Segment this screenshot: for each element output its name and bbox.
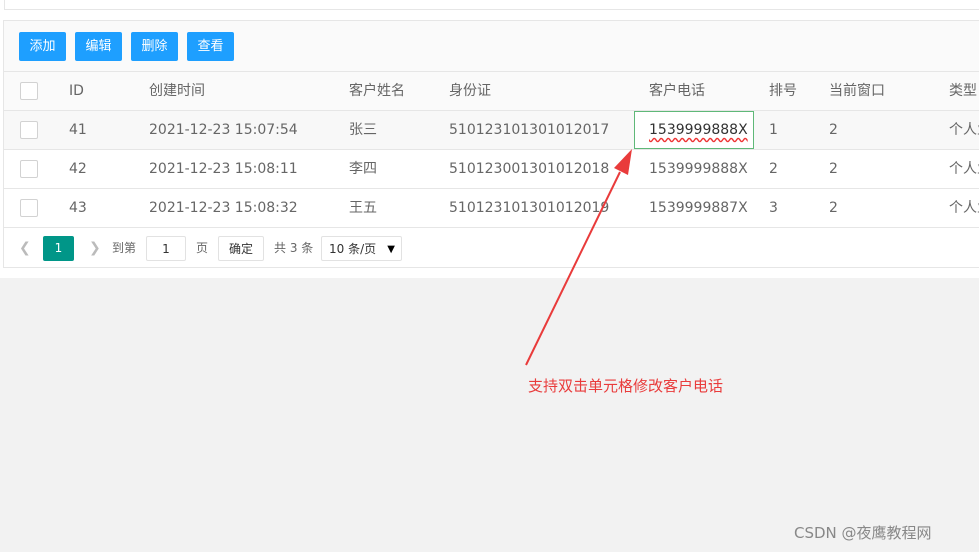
cell-type[interactable]: 个人业 <box>949 189 979 228</box>
header-customer-name[interactable]: 客户姓名 <box>349 72 405 111</box>
table-toolbar: 添加 编辑 删除 查看 <box>4 21 979 72</box>
next-page-icon[interactable]: ❯ <box>89 236 101 261</box>
page-size-select[interactable]: 10 条/页 ▼ <box>321 236 402 261</box>
cell-type[interactable]: 个人业 <box>949 111 979 150</box>
top-panel-edge <box>4 0 979 10</box>
header-id[interactable]: ID <box>69 72 84 111</box>
cell-id-card[interactable]: 510123001301012018 <box>449 150 609 189</box>
cell-id[interactable]: 41 <box>69 111 87 150</box>
header-id-card[interactable]: 身份证 <box>449 72 491 111</box>
row-checkbox[interactable] <box>20 121 38 139</box>
cell-created-time[interactable]: 2021-12-23 15:08:32 <box>149 189 298 228</box>
cell-current-window[interactable]: 2 <box>829 111 838 150</box>
table-row[interactable]: 41 2021-12-23 15:07:54 张三 51012310130101… <box>4 111 979 150</box>
cell-id[interactable]: 43 <box>69 189 87 228</box>
header-created-time[interactable]: 创建时间 <box>149 72 205 111</box>
cell-id[interactable]: 42 <box>69 150 87 189</box>
header-current-window[interactable]: 当前窗口 <box>829 72 885 111</box>
goto-confirm-button[interactable]: 确定 <box>218 236 264 261</box>
goto-suffix-label: 页 <box>196 241 209 255</box>
chevron-down-icon: ▼ <box>387 244 395 255</box>
row-checkbox[interactable] <box>20 199 38 217</box>
page-1-button[interactable]: 1 <box>43 236 74 261</box>
edit-button[interactable]: 编辑 <box>75 32 122 61</box>
delete-button[interactable]: 删除 <box>131 32 178 61</box>
prev-page-icon[interactable]: ❮ <box>19 236 31 261</box>
cell-current-window[interactable]: 2 <box>829 150 838 189</box>
data-table-panel: 添加 编辑 删除 查看 ID 创建时间 客户姓名 身份证 客户电话 排号 当前窗… <box>3 20 979 268</box>
cell-type[interactable]: 个人业 <box>949 150 979 189</box>
view-button[interactable]: 查看 <box>187 32 234 61</box>
phone-edit-value: 1539999888X <box>649 122 748 138</box>
cell-created-time[interactable]: 2021-12-23 15:07:54 <box>149 111 298 150</box>
table-header: ID 创建时间 客户姓名 身份证 客户电话 排号 当前窗口 类型 <box>4 72 979 111</box>
add-button[interactable]: 添加 <box>19 32 66 61</box>
cell-customer-phone[interactable]: 1539999887X <box>649 189 748 228</box>
select-all-checkbox[interactable] <box>20 82 38 100</box>
header-queue-number[interactable]: 排号 <box>769 72 797 111</box>
cell-customer-name[interactable]: 李四 <box>349 150 377 189</box>
cell-created-time[interactable]: 2021-12-23 15:08:11 <box>149 150 298 189</box>
cell-queue-number[interactable]: 1 <box>769 111 778 150</box>
cell-customer-name[interactable]: 王五 <box>349 189 377 228</box>
phone-edit-input[interactable]: 1539999888X <box>634 111 754 149</box>
cell-current-window[interactable]: 2 <box>829 189 838 228</box>
cell-id-card[interactable]: 510123101301012017 <box>449 111 609 150</box>
header-customer-phone[interactable]: 客户电话 <box>649 72 705 111</box>
table-row[interactable]: 43 2021-12-23 15:08:32 王五 51012310130101… <box>4 189 979 228</box>
total-count-label: 共 3 条 <box>274 241 314 255</box>
annotation-text: 支持双击单元格修改客户电话 <box>528 377 724 395</box>
pagination: ❮ 1 ❯ 到第 1 页 确定 共 3 条 10 条/页 ▼ <box>4 228 979 267</box>
cell-customer-phone[interactable]: 1539999888X <box>649 150 748 189</box>
top-strip <box>0 0 979 10</box>
page-size-value: 10 条/页 <box>329 242 377 256</box>
row-checkbox[interactable] <box>20 160 38 178</box>
watermark: CSDN @夜鹰教程网 <box>794 524 932 542</box>
cell-queue-number[interactable]: 3 <box>769 189 778 228</box>
goto-prefix-label: 到第 <box>112 241 137 255</box>
cell-id-card[interactable]: 510123101301012019 <box>449 189 609 228</box>
cell-customer-name[interactable]: 张三 <box>349 111 377 150</box>
goto-page-input[interactable]: 1 <box>146 236 186 261</box>
cell-queue-number[interactable]: 2 <box>769 150 778 189</box>
header-type[interactable]: 类型 <box>949 72 977 111</box>
table-row[interactable]: 42 2021-12-23 15:08:11 李四 51012300130101… <box>4 150 979 189</box>
